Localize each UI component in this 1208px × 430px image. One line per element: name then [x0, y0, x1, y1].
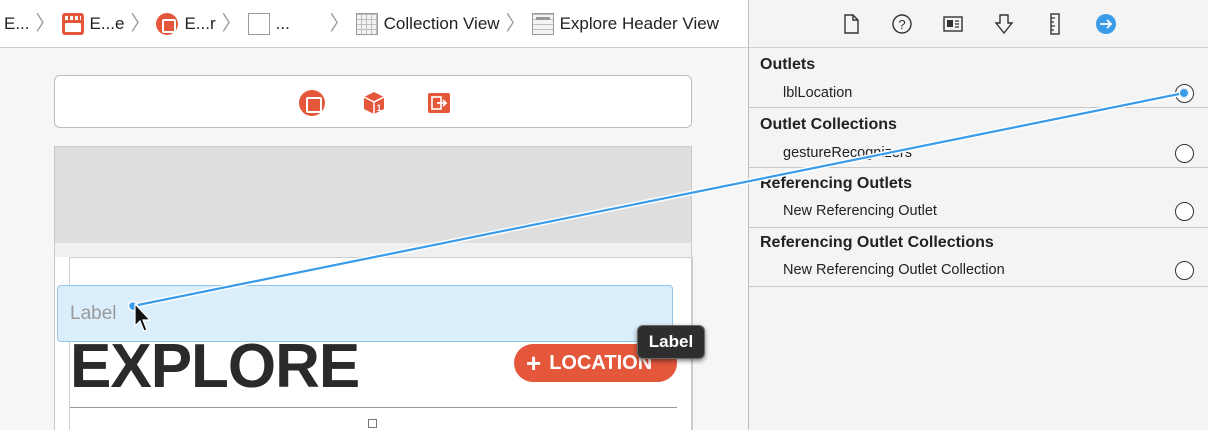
first-responder-icon[interactable]: 1	[361, 90, 387, 116]
outlet-row-label: lblLocation	[783, 85, 853, 101]
resize-handle[interactable]	[368, 419, 377, 428]
outlet-circle-icon[interactable]	[1175, 261, 1194, 280]
connected-outlet-circle-icon[interactable]	[1175, 84, 1194, 103]
plus-icon: +	[526, 348, 542, 378]
divider	[69, 257, 693, 258]
exit-icon[interactable]	[426, 90, 452, 116]
outlet-circle-icon[interactable]	[1175, 144, 1194, 163]
view-controller-icon[interactable]	[299, 90, 325, 116]
section-title-outlets: Outlets	[760, 56, 816, 73]
view-icon	[247, 12, 270, 35]
breadcrumb-item-label: E...e	[89, 13, 125, 33]
breadcrumb-item-0[interactable]: E...	[4, 0, 30, 47]
location-label[interactable]: Label	[70, 303, 117, 325]
view-controller-icon	[156, 12, 179, 35]
section-title-referencing-outlet-collections: Referencing Outlet Collections	[760, 234, 994, 251]
chevron-right-icon: 〉	[221, 12, 242, 35]
section-title-referencing-outlets: Referencing Outlets	[760, 175, 913, 192]
breadcrumb-item-label: Explore Header View	[559, 13, 719, 33]
referencing-outlet-row-label: New Referencing Outlet	[783, 203, 937, 219]
attributes-inspector-icon[interactable]	[992, 12, 1016, 36]
connections-inspector-icon[interactable]	[1094, 12, 1118, 36]
svg-text:1: 1	[377, 103, 382, 113]
outlet-collection-row-label: gestureRecognizers	[783, 145, 912, 161]
collection-reusable-view-icon	[531, 12, 554, 35]
breadcrumb-item-4[interactable]: Collection View	[355, 0, 500, 47]
divider	[749, 107, 1208, 108]
connections-inspector: ? Outlets lblLocation Outlet Collections…	[748, 0, 1208, 430]
section-title-outlet-collections: Outlet Collections	[760, 116, 897, 133]
breadcrumb-item-label: Collection View	[383, 13, 500, 33]
interface-builder-canvas: E... 〉 E...e 〉 E...r 〉 ... 〉 Collection …	[0, 0, 748, 430]
breadcrumb-item-3[interactable]: ...	[247, 0, 324, 47]
explore-heading[interactable]: EXPLORE	[70, 336, 360, 398]
chevron-right-icon: 〉	[130, 12, 151, 35]
section-inset	[55, 243, 691, 257]
breadcrumb-item-label: ...	[275, 13, 290, 33]
breadcrumb-item-1[interactable]: E...e	[61, 0, 125, 47]
inspector-toolbar: ?	[749, 0, 1208, 48]
breadcrumb-item-label: E...r	[184, 13, 216, 33]
size-inspector-icon[interactable]	[1043, 12, 1067, 36]
divider	[749, 227, 1208, 228]
collection-background	[55, 147, 691, 243]
drag-tooltip: Label	[637, 325, 705, 359]
chevron-right-icon: 〉	[505, 12, 526, 35]
breadcrumb: E... 〉 E...e 〉 E...r 〉 ... 〉 Collection …	[0, 0, 748, 48]
collection-view-icon	[355, 12, 378, 35]
breadcrumb-item-2[interactable]: E...r	[156, 0, 216, 47]
scene-dock: 1	[54, 75, 692, 128]
chevron-right-icon: 〉	[329, 12, 350, 35]
quick-help-icon[interactable]: ?	[890, 12, 914, 36]
referencing-outlet-collection-row-label: New Referencing Outlet Collection	[783, 262, 1005, 278]
divider	[749, 167, 1208, 168]
svg-text:?: ?	[898, 17, 905, 32]
divider	[70, 407, 677, 408]
identity-inspector-icon[interactable]	[941, 12, 965, 36]
storyboard-icon	[61, 12, 84, 35]
file-inspector-icon[interactable]	[839, 12, 863, 36]
divider	[749, 286, 1208, 287]
breadcrumb-item-5[interactable]: Explore Header View	[531, 0, 719, 47]
outlet-circle-icon[interactable]	[1175, 202, 1194, 221]
breadcrumb-item-label: E...	[4, 13, 30, 33]
chevron-right-icon: 〉	[35, 12, 56, 35]
